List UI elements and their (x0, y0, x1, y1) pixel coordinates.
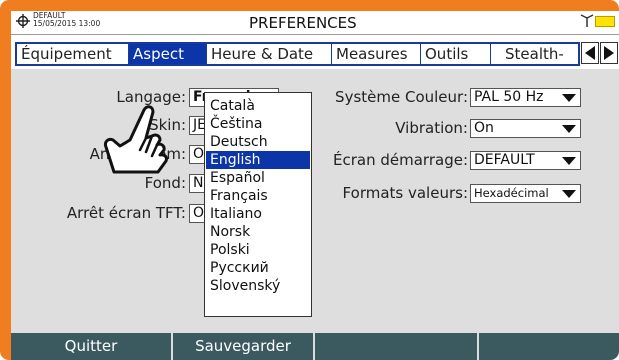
tab-equipement[interactable]: Équipement (17, 44, 129, 64)
startup-screen-select[interactable]: DEFAULT (470, 151, 581, 170)
language-option-slovensky[interactable]: Slovenský (206, 277, 310, 295)
startup-screen-value: DEFAULT (474, 152, 535, 168)
language-option-espanol[interactable]: Español (206, 169, 310, 187)
status-bar: DEFAULT 15/05/2015 13:00 PREFERENCES (11, 11, 619, 35)
startup-screen-label: Écran démarrage: (333, 151, 468, 169)
quit-button[interactable]: Quitter (11, 333, 173, 360)
language-option-deutsch[interactable]: Deutsch (206, 133, 310, 151)
language-option-italiano[interactable]: Italiano (206, 205, 310, 223)
value-formats-label: Formats valeurs: (342, 184, 468, 202)
tab-bar: Équipement Aspect Heure & Date Measures … (15, 37, 619, 68)
language-option-norsk[interactable]: Norsk (206, 223, 310, 241)
language-option-russian[interactable]: Русский (206, 259, 310, 277)
chevron-down-icon (562, 94, 576, 102)
vibration-value: On (474, 120, 494, 136)
tabs-container: Équipement Aspect Heure & Date Measures … (15, 42, 580, 66)
chevron-down-icon (562, 190, 576, 198)
value-formats-select[interactable]: Hexadécimal (470, 184, 581, 203)
status-timestamp: 15/05/2015 13:00 (33, 19, 101, 28)
language-option-english[interactable]: English (206, 151, 310, 169)
tab-outils[interactable]: Outils (421, 44, 491, 64)
language-option-catala[interactable]: Català (206, 97, 310, 115)
color-system-label: Système Couleur: (335, 88, 468, 106)
function-key-3[interactable] (315, 333, 479, 360)
chevron-down-icon (562, 125, 576, 133)
function-key-4[interactable] (479, 333, 619, 360)
antenna-icon (580, 14, 594, 27)
page-title: PREFERENCES (249, 14, 357, 32)
tab-aspect[interactable]: Aspect (129, 44, 207, 64)
tft-off-label: Arrêt écran TFT: (66, 204, 186, 222)
tab-scroll-right-button[interactable] (600, 42, 618, 64)
hand-pointer-icon (104, 105, 168, 174)
tab-heure-date[interactable]: Heure & Date (207, 44, 332, 64)
battery-icon (595, 16, 615, 27)
value-formats-value: Hexadécimal (474, 186, 549, 200)
arrow-left-icon (585, 46, 595, 60)
tab-measures[interactable]: Measures (332, 44, 421, 64)
color-system-select[interactable]: PAL 50 Hz (470, 88, 581, 107)
settings-icon (16, 14, 30, 28)
screen: DEFAULT 15/05/2015 13:00 PREFERENCES Équ… (11, 11, 619, 360)
color-system-value: PAL 50 Hz (474, 89, 544, 105)
tab-scroll-left-button[interactable] (581, 42, 599, 64)
device-frame: DEFAULT 15/05/2015 13:00 PREFERENCES Équ… (0, 0, 619, 360)
preferences-panel: Langage: Français Skin: JE Arrêt Autom: … (11, 69, 619, 333)
language-option-francais[interactable]: Français (206, 187, 310, 205)
language-option-polski[interactable]: Polski (206, 241, 310, 259)
status-datetime: DEFAULT 15/05/2015 13:00 (33, 12, 100, 28)
function-key-bar: Quitter Sauvegarder (11, 333, 619, 360)
language-option-cestina[interactable]: Čeština (206, 115, 310, 133)
save-button[interactable]: Sauvegarder (173, 333, 315, 360)
vibration-label: Vibration: (395, 119, 468, 137)
vibration-select[interactable]: On (470, 119, 581, 138)
arrow-right-icon (604, 46, 614, 60)
language-dropdown-list[interactable]: Català Čeština Deutsch English Español F… (204, 92, 312, 317)
tab-stealth[interactable]: Stealth- (491, 44, 578, 64)
chevron-down-icon (562, 157, 576, 165)
